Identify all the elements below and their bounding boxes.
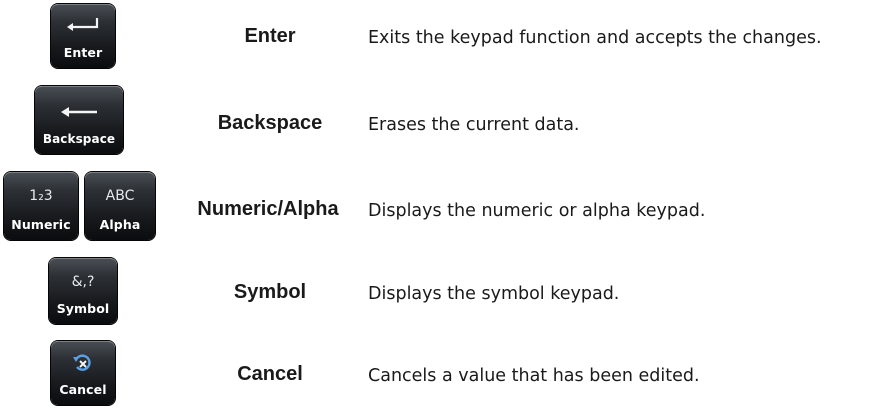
symbol-key-label: Symbol	[56, 301, 110, 316]
function-name-backspace: Backspace	[217, 112, 323, 134]
alpha-key-label: Alpha	[99, 217, 141, 232]
function-name-symbol: Symbol	[233, 281, 307, 303]
cancel-key-label: Cancel	[59, 382, 107, 397]
symbol-key[interactable]: &,? Symbol	[49, 258, 117, 324]
backspace-key-label: Backspace	[42, 132, 116, 146]
function-desc-numeric-alpha: Displays the numeric or alpha keypad.	[368, 201, 706, 221]
symbol-glyph: &,?	[71, 274, 95, 290]
numeric-key-label: Numeric	[11, 217, 71, 232]
enter-key-label: Enter	[63, 45, 103, 60]
numeric-glyph: 1₂3	[29, 188, 53, 204]
alpha-key[interactable]: ABC Alpha	[85, 172, 155, 240]
cancel-key[interactable]: Cancel	[51, 341, 115, 405]
function-name-numeric-alpha: Numeric/Alpha	[197, 198, 339, 220]
backspace-key[interactable]: Backspace	[35, 86, 123, 154]
enter-arrow-icon	[51, 12, 115, 40]
keypad-functions-reference: { "rows": [ { "key_label": "Enter", "key…	[0, 0, 884, 409]
function-desc-backspace: Erases the current data.	[368, 115, 580, 135]
function-desc-cancel: Cancels a value that has been edited.	[368, 366, 700, 386]
function-desc-symbol: Displays the symbol keypad.	[368, 284, 620, 304]
left-arrow-icon	[35, 98, 123, 126]
numeric-key[interactable]: 1₂3 Numeric	[4, 172, 78, 240]
enter-key[interactable]: Enter	[51, 4, 115, 68]
function-name-enter: Enter	[244, 25, 296, 47]
alpha-glyph: ABC	[105, 188, 135, 204]
function-desc-enter: Exits the keypad function and accepts th…	[368, 28, 822, 48]
cancel-undo-icon	[51, 349, 115, 377]
function-name-cancel: Cancel	[237, 363, 303, 385]
